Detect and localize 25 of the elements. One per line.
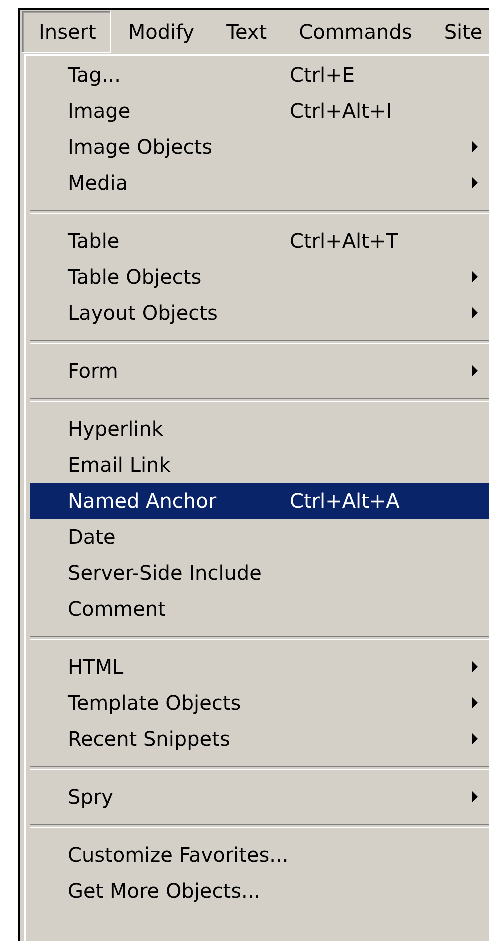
menu-bar-item[interactable]: Commands bbox=[282, 11, 428, 53]
menu-item[interactable]: Media bbox=[30, 165, 489, 201]
menu-item[interactable]: Spry bbox=[30, 779, 489, 815]
menu-item[interactable]: Date bbox=[30, 519, 489, 555]
menu-item[interactable]: Get More Objects... bbox=[30, 873, 489, 909]
menu-item[interactable]: Named Anchor Ctrl+Alt+A bbox=[30, 483, 489, 519]
menu-item[interactable]: Email Link bbox=[30, 447, 489, 483]
menu-item[interactable]: Form bbox=[30, 353, 489, 389]
menu-item[interactable]: Layout Objects bbox=[30, 295, 489, 331]
menu-item[interactable]: Image Ctrl+Alt+I bbox=[30, 93, 489, 129]
menu-item[interactable]: HTML bbox=[30, 649, 489, 685]
menu-item[interactable]: Table Ctrl+Alt+T bbox=[30, 223, 489, 259]
menu-item[interactable]: Customize Favorites... bbox=[30, 837, 489, 873]
menu-item[interactable]: Image Objects bbox=[30, 129, 489, 165]
menu-item[interactable]: Recent Snippets bbox=[30, 721, 489, 757]
menu-item[interactable]: Hyperlink bbox=[30, 411, 489, 447]
menu-item[interactable]: Tag... Ctrl+E bbox=[30, 57, 489, 93]
menu-item[interactable]: Server-Side Include bbox=[30, 555, 489, 591]
menu-bar-item[interactable]: Modify bbox=[111, 11, 210, 53]
menu-bar-item[interactable]: Text bbox=[210, 11, 282, 53]
menu-item[interactable]: Table Objects bbox=[30, 259, 489, 295]
menu-item[interactable]: Template Objects bbox=[30, 685, 489, 721]
menu-bar-item[interactable]: Site bbox=[427, 11, 489, 53]
menu-bar-item[interactable]: Insert bbox=[22, 11, 112, 53]
menu-item[interactable]: Comment bbox=[30, 591, 489, 627]
